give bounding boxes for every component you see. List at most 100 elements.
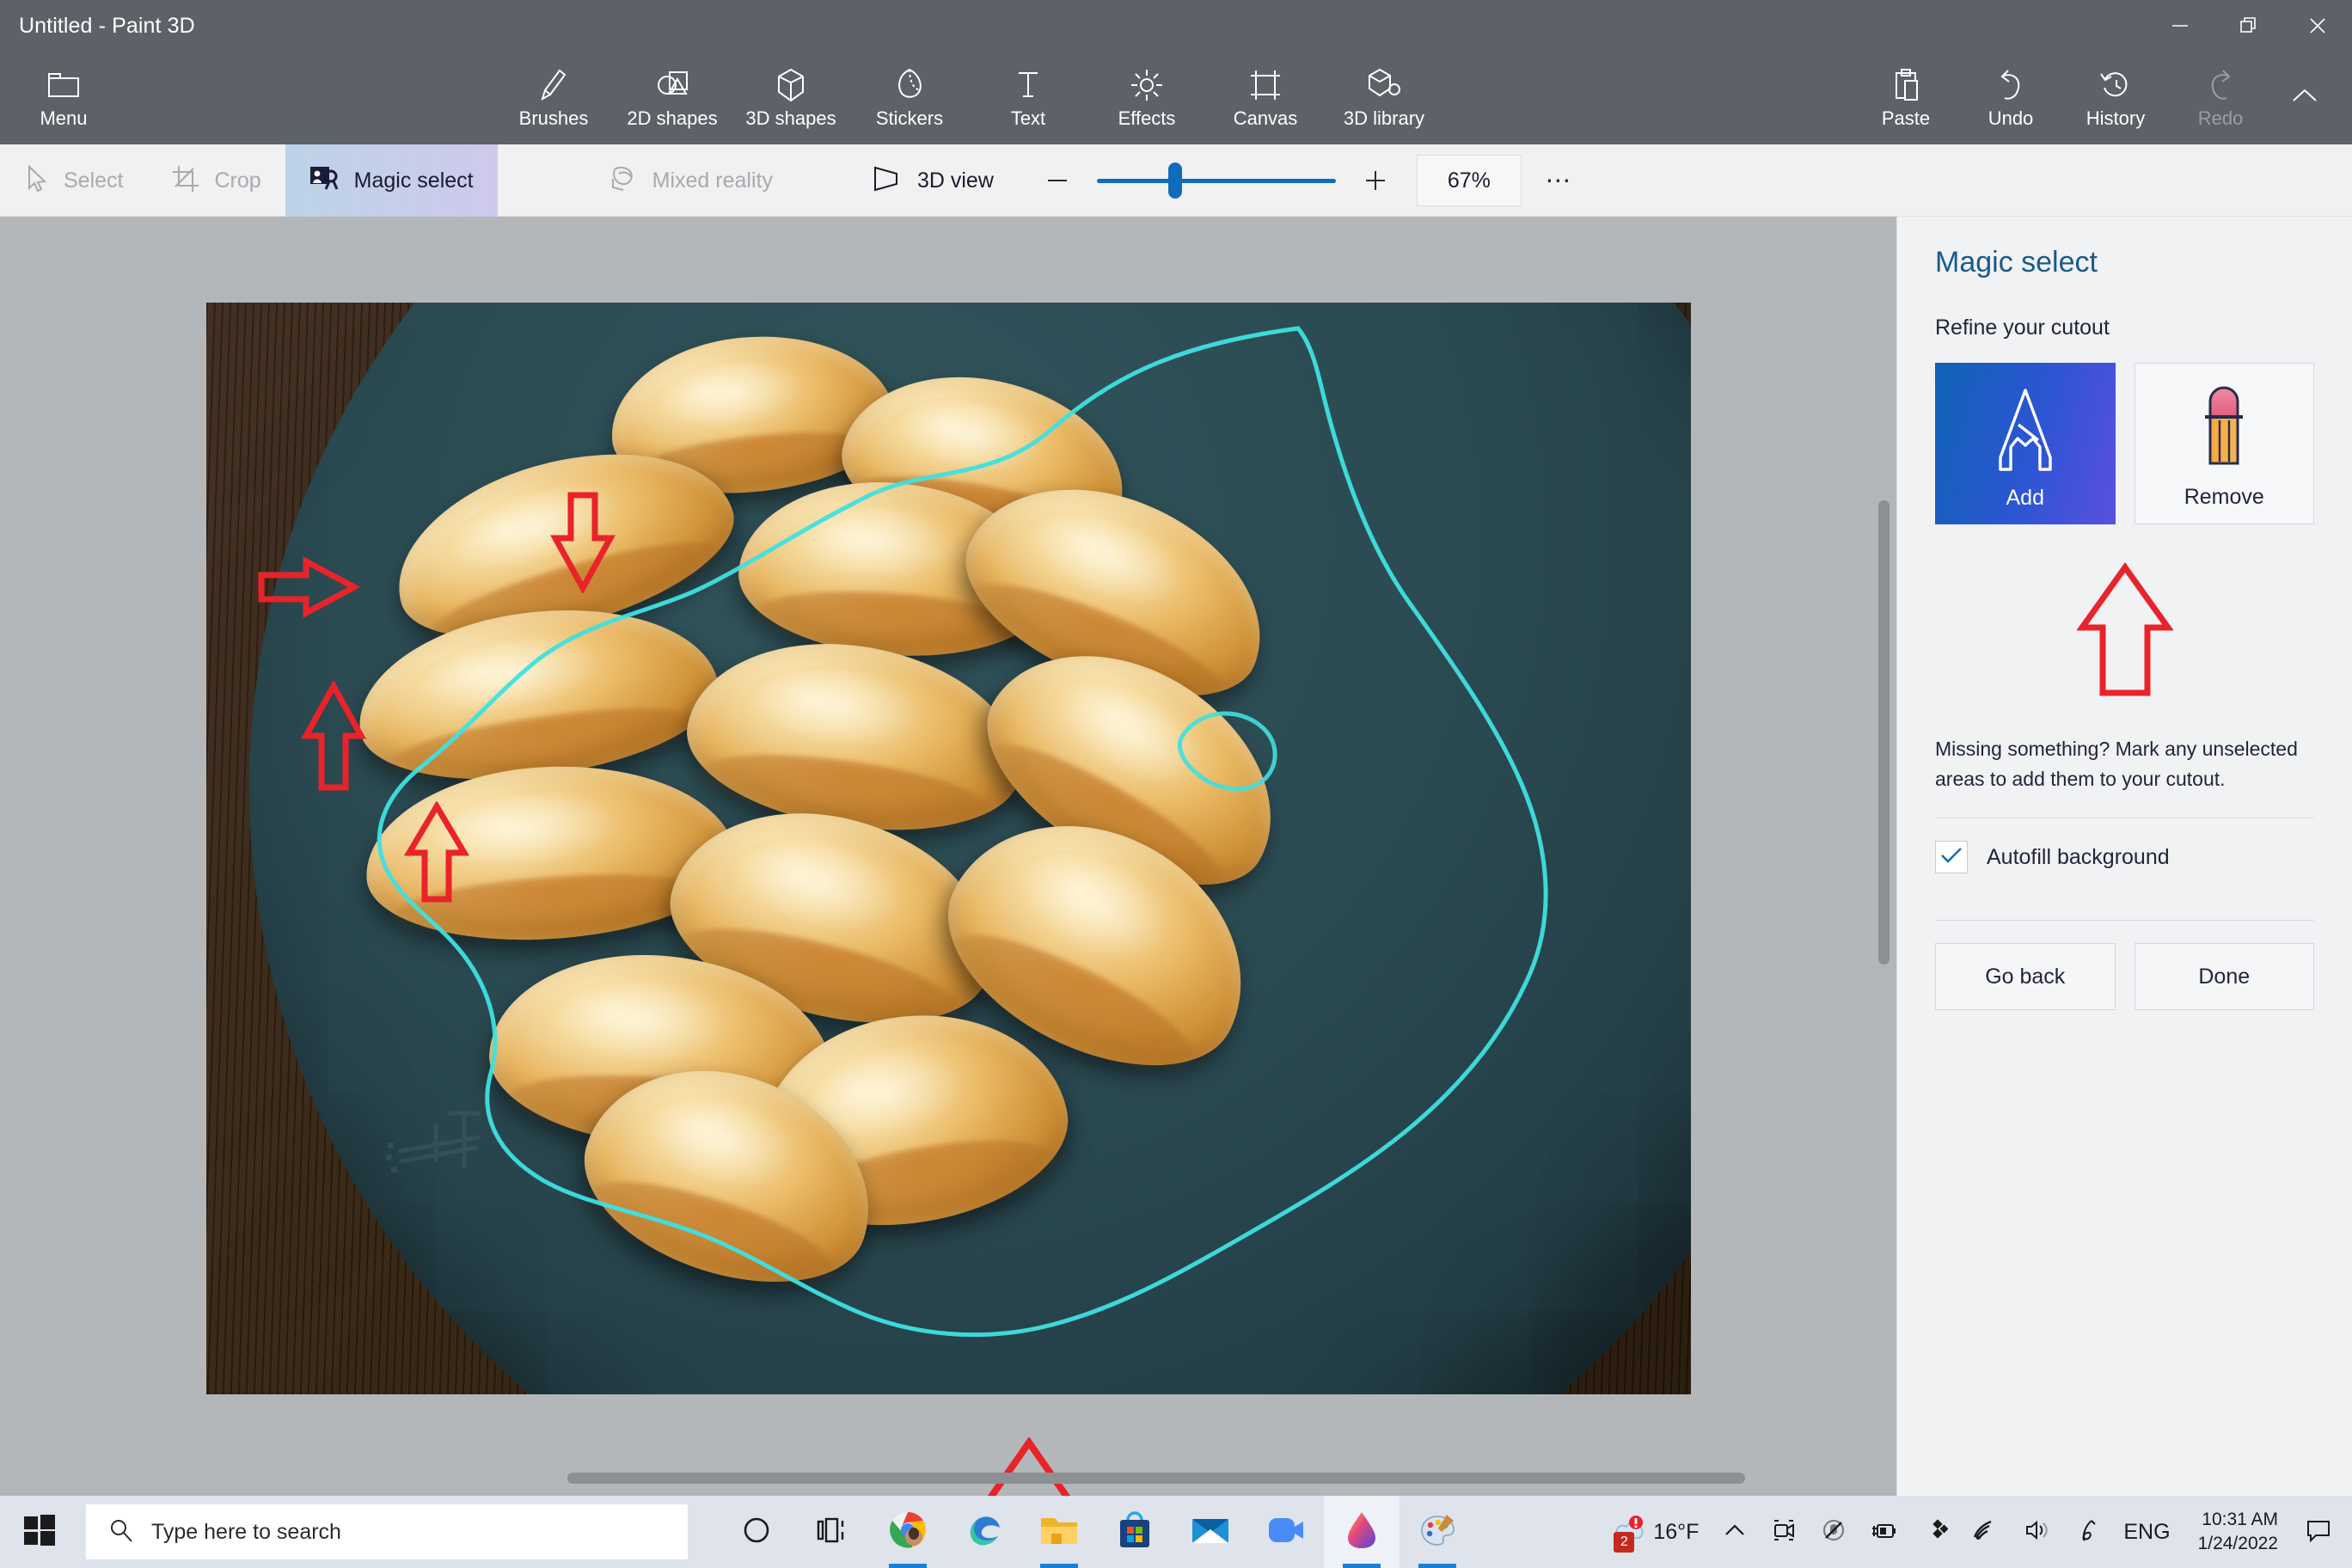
app-active-indicator [889, 1564, 927, 1568]
vertical-scrollbar[interactable] [1878, 500, 1890, 965]
undo-button[interactable]: Undo [1958, 58, 2063, 130]
paste-label: Paste [1881, 107, 1931, 129]
panel-actions: Go back Done [1935, 943, 2314, 1010]
add-mode-label: Add [2006, 486, 2044, 510]
mic-muted-icon [1821, 1517, 1847, 1547]
3d-library-button[interactable]: 3D library [1325, 58, 1443, 130]
app-active-indicator [1040, 1564, 1078, 1568]
cortana-button[interactable] [719, 1496, 794, 1568]
zoom-slider[interactable] [1096, 153, 1336, 208]
cursor-icon [24, 164, 50, 198]
3d-view-label: 3D view [916, 168, 994, 193]
clock-date: 1/24/2022 [2197, 1534, 2278, 1553]
3d-shapes-label: 3D shapes [745, 107, 836, 129]
app-active-indicator [1418, 1564, 1456, 1568]
windows-logo-icon [23, 1514, 56, 1551]
magic-select-tool[interactable]: Magic select [285, 144, 498, 217]
taskbar-app-paint-3d[interactable] [1324, 1496, 1400, 1568]
3d-library-label: 3D library [1343, 107, 1425, 129]
language-indicator[interactable]: ENG [2111, 1496, 2182, 1568]
notification-icon [2306, 1517, 2331, 1547]
show-hidden-icons-button[interactable] [1711, 1496, 1759, 1568]
zoom-percentage[interactable]: 67% [1416, 155, 1522, 206]
taskbar-app-zoom[interactable] [1248, 1496, 1324, 1568]
paint-3d-icon [1344, 1510, 1379, 1554]
horizontal-scrollbar[interactable] [567, 1473, 1745, 1484]
zoom-out-button[interactable] [1030, 153, 1085, 208]
magic-select-icon [309, 165, 340, 197]
microphone-muted-button[interactable] [1809, 1496, 1859, 1568]
wifi-button[interactable] [1960, 1496, 2012, 1568]
taskbar-app-paint[interactable] [1400, 1496, 1475, 1568]
onedrive-badge: 2 [1614, 1532, 1635, 1553]
battery-button[interactable] [1859, 1496, 1910, 1568]
notification-center-button[interactable] [2294, 1496, 2352, 1568]
volume-button[interactable] [2012, 1496, 2063, 1568]
panel-hint-text: Missing something? Mark any unselected a… [1935, 738, 2298, 790]
clipboard-icon [1890, 65, 1921, 105]
2d-shapes-button[interactable]: 2D shapes [613, 58, 732, 130]
remove-mode-button[interactable]: Remove [2134, 363, 2314, 524]
title-bar: Untitled - Paint 3D [0, 0, 2352, 52]
file-explorer-icon [1039, 1513, 1079, 1552]
taskbar-app-file-explorer[interactable] [1021, 1496, 1097, 1568]
dumplings-photo [206, 303, 1691, 1394]
camera-status-button[interactable] [1759, 1496, 1809, 1568]
mixed-reality-icon [608, 164, 639, 198]
done-button[interactable]: Done [2134, 943, 2314, 1010]
brushes-button[interactable]: Brushes [494, 58, 613, 130]
restore-button[interactable] [2214, 0, 2283, 52]
go-back-button[interactable]: Go back [1935, 943, 2116, 1010]
autofill-background-checkbox[interactable] [1935, 841, 1968, 873]
wifi-icon [1972, 1518, 2000, 1547]
taskbar-app-chrome[interactable] [870, 1496, 946, 1568]
more-options-button[interactable]: ⋯ [1528, 153, 1590, 208]
ribbon-tools: Brushes 2D shapes 3D shapes Stickers Tex… [494, 58, 1443, 130]
3d-shapes-button[interactable]: 3D shapes [732, 58, 850, 130]
ribbon-right-tools: Paste Undo History Redo [1853, 58, 2337, 138]
close-button[interactable] [2283, 0, 2352, 52]
taskbar-app-edge[interactable] [946, 1496, 1021, 1568]
pen-button[interactable] [2063, 1496, 2111, 1568]
crop-label: Crop [214, 168, 261, 193]
image-canvas[interactable] [206, 303, 1691, 1394]
text-label: Text [1010, 107, 1046, 129]
mixed-reality-tool: Mixed reality [584, 144, 797, 217]
app-active-indicator [1343, 1564, 1381, 1568]
paste-button[interactable]: Paste [1853, 58, 1958, 130]
text-button[interactable]: Text [969, 58, 1087, 130]
language-label: ENG [2123, 1519, 2171, 1544]
zoom-icon [1266, 1515, 1306, 1550]
canvas-workspace[interactable] [0, 217, 1896, 1496]
3d-view-tool[interactable]: 3D view [847, 144, 1018, 217]
autofill-background-row[interactable]: Autofill background [1935, 818, 2314, 896]
canvas-label: Canvas [1233, 107, 1298, 129]
taskbar-app-microsoft-store[interactable] [1097, 1496, 1173, 1568]
effects-button[interactable]: Effects [1087, 58, 1206, 130]
mixed-reality-label: Mixed reality [652, 168, 773, 193]
minimize-button[interactable] [2146, 0, 2214, 52]
crop-tool: Crop [147, 144, 285, 217]
zoom-in-button[interactable] [1348, 153, 1403, 208]
add-mode-button[interactable]: Add [1935, 363, 2116, 524]
collapse-ribbon-button[interactable] [2273, 58, 2337, 138]
folder-icon [46, 65, 81, 105]
clock-time: 10:31 AM [2202, 1509, 2278, 1529]
redo-label: Redo [2197, 107, 2244, 129]
microsoft-store-icon [1116, 1510, 1154, 1553]
stickers-button[interactable]: Stickers [850, 58, 969, 130]
menu-button[interactable]: Menu [19, 58, 108, 130]
clock-widget[interactable]: 10:31 AM 1/24/2022 [2183, 1496, 2294, 1568]
zoom-slider-thumb[interactable] [1167, 162, 1182, 199]
undo-icon [1994, 65, 2027, 105]
search-input[interactable]: Type here to search [86, 1504, 688, 1559]
canvas-button[interactable]: Canvas [1206, 58, 1325, 130]
zoom-slider-track [1096, 178, 1336, 183]
taskbar: Type here to search 16°F 2 ENG 10:31 AM … [0, 1496, 2352, 1568]
start-button[interactable] [0, 1496, 79, 1568]
search-icon [108, 1517, 134, 1547]
task-view-button[interactable] [794, 1496, 870, 1568]
onedrive-button[interactable]: 2 [1614, 1496, 1960, 1568]
taskbar-app-mail[interactable] [1173, 1496, 1248, 1568]
history-button[interactable]: History [2063, 58, 2168, 130]
